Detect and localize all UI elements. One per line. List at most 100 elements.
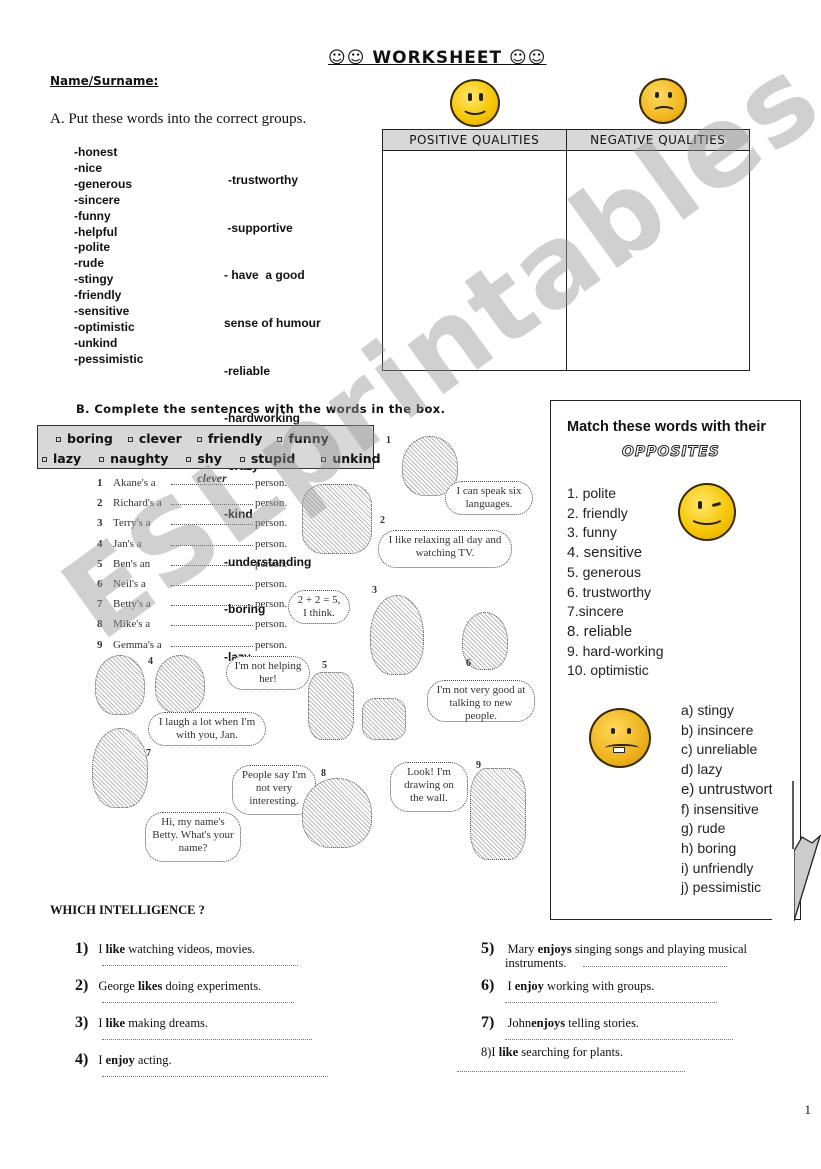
qualities-table: POSITIVE QUALITIES NEGATIVE QUALITIES (382, 129, 750, 371)
word-box-item: lazy (42, 451, 81, 466)
match-word: 3. funny (567, 524, 617, 541)
sentence-row: 8 Mike's a person. (97, 614, 287, 634)
word-item: sense of humour (224, 315, 321, 330)
answer-blank[interactable] (171, 594, 253, 607)
worksheet-title: ☺☺ WORKSHEET ☺☺ (328, 48, 547, 68)
intelligence-item: 7) Johnenjoys telling stories. (481, 1014, 640, 1031)
sentence-row: 9 Gemma's a person. (97, 635, 287, 655)
word-item: -unkind (74, 335, 118, 350)
intelligence-item-continued: instruments. (505, 956, 567, 970)
word-box-row-1: boring clever friendly funny (56, 431, 329, 446)
answer-blank[interactable] (171, 554, 253, 566)
sentence-row: 2 Richard's a person. (97, 493, 287, 513)
speech-bubble-5: I'm not helping her! (226, 656, 310, 690)
answer-line[interactable] (102, 1038, 312, 1040)
word-item: -sensitive (74, 304, 130, 319)
word-box: boring clever friendly funny lazy naught… (37, 425, 381, 469)
answer-blank[interactable] (171, 635, 253, 647)
sad-smiley-icon (639, 78, 687, 124)
cartoon-figure-richard (302, 484, 372, 554)
intelligence-item: 2) George likes doing experiments. (75, 977, 262, 994)
figure-number: 4 (148, 656, 153, 667)
intelligence-item: 4) I enjoy acting. (75, 1051, 172, 1068)
match-word: 6. trustworthy (567, 583, 652, 600)
answer-blank[interactable] (171, 493, 253, 506)
figure-number: 2 (380, 515, 385, 526)
sentence-row: 5 Ben's an person. (97, 554, 287, 574)
answer-blank[interactable] (171, 513, 253, 526)
word-item: -friendly (74, 288, 122, 303)
answer-blank[interactable] (171, 614, 253, 627)
cartoon-figure-gemma (470, 768, 526, 860)
word-item: -supportive (224, 220, 293, 235)
speech-bubble-9: Look! I'm drawing on the wall. (390, 762, 468, 812)
opposite-word: a) stingy (681, 702, 734, 718)
answer-line[interactable] (505, 1038, 733, 1040)
figure-number: 3 (372, 585, 377, 596)
intelligence-item: 6) I enjoy working with groups. (481, 977, 655, 994)
speech-bubble-1: I can speak six languages. (445, 481, 533, 515)
sentence-row: 4 Jan's a person. (97, 534, 287, 554)
negative-qualities-header: NEGATIVE QUALITIES (566, 130, 749, 151)
word-box-item: funny (277, 431, 329, 446)
word-box-item: clever (127, 431, 182, 446)
word-item: -reliable (224, 363, 271, 378)
word-box-item: stupid (239, 451, 295, 466)
sentence-row: 7 Betty's a person. (97, 594, 287, 614)
cartoon-figure-friend (155, 655, 205, 713)
match-word: 7.sincere (567, 603, 624, 620)
opposite-word: c) unreliable (681, 741, 758, 758)
word-box-item: naughty (99, 451, 168, 466)
sentence-row: 1 Akane's a clever person. (97, 471, 288, 489)
word-item: -sincere (74, 192, 121, 207)
section-a-instruction: A. Put these words into the correct grou… (50, 111, 307, 127)
cartoon-figure-mike (302, 778, 372, 848)
answer-blank[interactable] (171, 574, 253, 587)
speech-bubble-3: 2 + 2 = 5, I think. (288, 590, 350, 624)
page-number: 1 (804, 1102, 812, 1117)
answer-line[interactable] (505, 1001, 717, 1003)
word-item: - have a good (224, 268, 305, 283)
figure-number: 7 (146, 748, 151, 759)
match-word: 9. hard-working (567, 642, 664, 659)
word-item: -nice (74, 160, 103, 175)
opposites-heading: OPPOSITES (622, 444, 720, 461)
answer-line[interactable] (583, 965, 727, 967)
word-box-item: boring (56, 431, 113, 446)
match-word: 2. friendly (567, 504, 628, 521)
match-word: 1. polite (567, 485, 617, 501)
positive-qualities-header: POSITIVE QUALITIES (383, 130, 566, 151)
word-item: -funny (74, 208, 111, 223)
opposite-word: b) insincere (681, 721, 754, 738)
angry-smiley-icon (589, 708, 651, 768)
answer-line[interactable] (457, 1070, 685, 1072)
word-item: -stingy (74, 272, 114, 287)
positive-qualities-column: POSITIVE QUALITIES (383, 130, 566, 370)
cartoon-figure-ben (308, 672, 354, 740)
answer-blank[interactable] (171, 534, 253, 546)
word-item: -polite (74, 240, 110, 255)
cartoon-figure-betty (92, 728, 148, 808)
answer-line[interactable] (102, 964, 298, 966)
intelligence-item: 8)I like searching for plants. (481, 1045, 623, 1059)
answer-blank[interactable]: clever (171, 472, 253, 485)
answer-line[interactable] (102, 1001, 294, 1003)
word-item: -helpful (74, 224, 118, 239)
cartoon-figure-jan (95, 655, 145, 715)
word-item: -optimistic (74, 319, 135, 334)
match-word: 10. optimistic (567, 662, 649, 679)
cartoon-figure-child (362, 698, 406, 740)
intelligence-item: 3) I like making dreams. (75, 1014, 209, 1031)
positive-qualities-answer-area[interactable] (383, 151, 566, 370)
speech-bubble-6: I'm not very good at talking to new peop… (427, 680, 535, 722)
answer-line[interactable] (102, 1075, 328, 1077)
negative-qualities-answer-area[interactable] (567, 151, 750, 370)
intelligence-item: 1) I like watching videos, movies. (75, 940, 256, 957)
sentence-row: 3 Terry's a person. (97, 513, 287, 533)
match-word: 4. sensitive (567, 544, 643, 562)
speech-bubble-2: I like relaxing all day and watching TV. (378, 530, 512, 568)
word-item: -generous (74, 176, 133, 191)
match-words-list: 1. polite 2. friendly 3. funny 4. sensit… (567, 484, 664, 681)
opposite-word: d) lazy (681, 761, 723, 778)
match-word: 8. reliable (567, 622, 633, 640)
